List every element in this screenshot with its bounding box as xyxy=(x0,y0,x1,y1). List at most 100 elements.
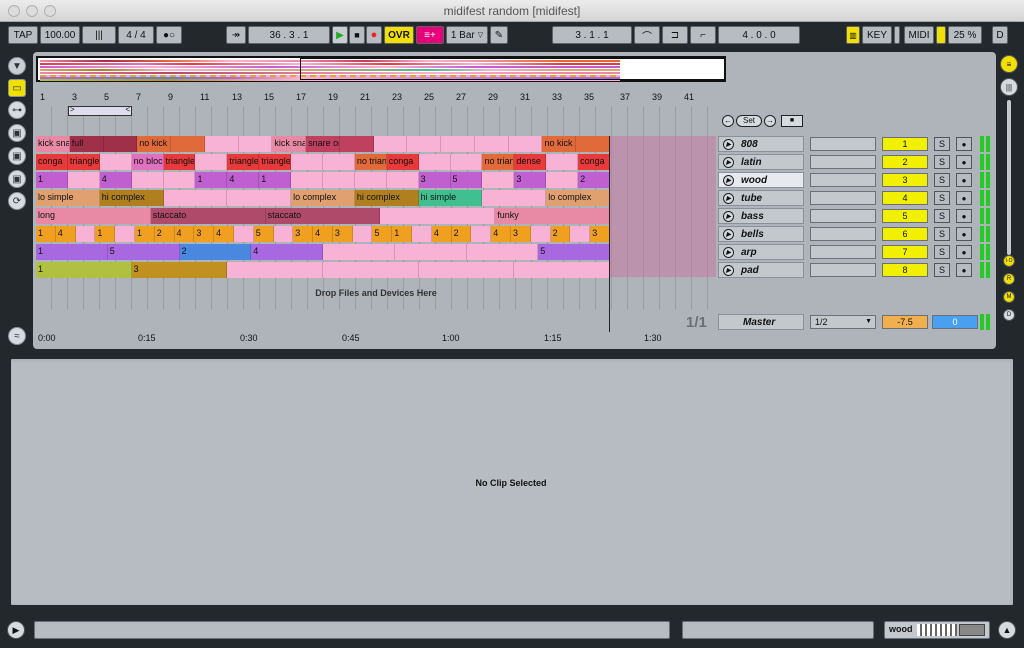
loop-switch-button[interactable]: ⊐ xyxy=(662,26,688,44)
track-lane[interactable]: congatriangleno blocktriangletriangletri… xyxy=(36,154,716,170)
track-activator-button[interactable]: 8 xyxy=(882,263,928,277)
arrangement-clip[interactable]: kick snare xyxy=(36,136,70,152)
arrangement-clip[interactable]: 4 xyxy=(99,172,132,188)
arrangement-clip[interactable]: conga xyxy=(386,154,419,170)
arrangement-clip[interactable]: staccato xyxy=(150,208,266,224)
arrangement-view-button[interactable]: ||| xyxy=(1000,78,1018,96)
arrangement-clip[interactable]: 1 xyxy=(134,226,155,242)
solo-button[interactable]: S xyxy=(934,191,950,205)
stop-button[interactable]: ■ xyxy=(349,26,365,44)
arrangement-clip[interactable]: 3 xyxy=(293,226,314,242)
solo-button[interactable]: S xyxy=(934,209,950,223)
arrangement-clip[interactable]: 5 xyxy=(372,226,393,242)
arrangement-clip[interactable]: 3 xyxy=(514,172,547,188)
arm-button[interactable]: ● xyxy=(956,173,972,187)
arm-button[interactable]: ● xyxy=(956,137,972,151)
loop-brace[interactable]: > < xyxy=(68,105,132,116)
arrangement-clip[interactable] xyxy=(508,136,543,152)
arrangement-clip[interactable] xyxy=(103,136,138,152)
arrangement-clip[interactable] xyxy=(441,136,475,152)
track-lane[interactable]: 13 xyxy=(36,262,716,278)
clip-launch-button[interactable]: ▶ xyxy=(723,139,734,150)
solo-button[interactable]: S xyxy=(934,173,950,187)
arrangement-clip[interactable]: 3 xyxy=(194,226,215,242)
arrangement-clip[interactable]: 4 xyxy=(55,226,76,242)
record-button[interactable]: ● xyxy=(366,26,382,44)
arm-button[interactable]: ● xyxy=(956,191,972,205)
vertical-scrollbar[interactable] xyxy=(1007,100,1011,255)
clip-launch-button[interactable]: ▶ xyxy=(723,193,734,204)
arrangement-clip[interactable] xyxy=(386,172,419,188)
set-locator-button[interactable]: Set xyxy=(736,115,762,127)
arrangement-clip[interactable]: long xyxy=(36,208,151,224)
arrangement-clip[interactable]: hi complex xyxy=(354,190,419,206)
track-activator-button[interactable]: 2 xyxy=(882,155,928,169)
arrangement-clip[interactable]: 1 xyxy=(392,226,413,242)
arrangement-clip[interactable] xyxy=(163,190,228,206)
arrangement-clip[interactable]: staccato xyxy=(265,208,381,224)
solo-button[interactable]: S xyxy=(934,155,950,169)
arrangement-clip[interactable]: 1 xyxy=(259,172,292,188)
arrangement-clip[interactable] xyxy=(474,136,509,152)
solo-button[interactable]: S xyxy=(934,137,950,151)
arrangement-clip[interactable]: no block xyxy=(131,154,164,170)
arrangement-clip[interactable]: kick snare xyxy=(272,136,307,152)
clip-launch-button[interactable]: ▶ xyxy=(723,175,734,186)
arrangement-clip[interactable]: lo complex xyxy=(291,190,355,206)
arrangement-clip[interactable] xyxy=(323,244,395,260)
arrangement-clip[interactable] xyxy=(418,154,451,170)
track-lane[interactable]: kick snarefullno kickkick snaresnare onl… xyxy=(36,136,716,152)
arrangement-clip[interactable] xyxy=(339,136,374,152)
arm-button[interactable]: ● xyxy=(956,263,972,277)
arrangement-clip[interactable] xyxy=(195,154,228,170)
arrangement-clip[interactable] xyxy=(291,154,323,170)
arrangement-clip[interactable] xyxy=(514,262,610,278)
previous-locator-button[interactable]: ← xyxy=(722,115,734,127)
track-title[interactable]: ▶ latin xyxy=(718,154,804,170)
arrangement-clip[interactable] xyxy=(354,172,387,188)
arrangement-clip[interactable] xyxy=(67,172,100,188)
arrangement-clip[interactable]: 3 xyxy=(131,262,228,278)
track-title[interactable]: ▶ bass xyxy=(718,208,804,224)
arrangement-clip[interactable]: 1 xyxy=(36,262,132,278)
metronome-button[interactable]: ●○ xyxy=(156,26,182,44)
arrangement-clip[interactable]: 2 xyxy=(179,244,252,260)
computer-keyboard-button[interactable]: ▥ xyxy=(846,26,860,44)
track-input-monitor[interactable] xyxy=(810,137,876,151)
track-lane[interactable]: 141413532 xyxy=(36,172,716,188)
arrangement-clip[interactable]: 4 xyxy=(214,226,234,242)
tempo-nudge-button[interactable]: ||| xyxy=(82,26,116,44)
show-info-button[interactable]: ▶ xyxy=(7,621,25,639)
track-activator-button[interactable]: 4 xyxy=(882,191,928,205)
arrangement-clip[interactable]: 4 xyxy=(174,226,195,242)
track-lane[interactable]: long staccato staccato funky xyxy=(36,208,716,224)
groove-pool-button[interactable]: ≈ xyxy=(8,327,26,345)
places-button-1[interactable]: ▣ xyxy=(8,124,26,142)
overdub-button[interactable]: OVR xyxy=(384,26,414,44)
draw-mode-button[interactable]: ✎ xyxy=(490,26,508,44)
arrangement-clip[interactable]: 3 xyxy=(418,172,451,188)
time-signature-field[interactable]: 4 / 4 xyxy=(118,26,154,44)
arrangement-clip[interactable] xyxy=(171,136,205,152)
arrangement-clip[interactable] xyxy=(546,154,579,170)
mixer-toggle-button[interactable]: M xyxy=(1003,291,1015,303)
arrangement-clip[interactable] xyxy=(323,172,355,188)
arrangement-clip[interactable]: 3 xyxy=(511,226,531,242)
hide-browser-button[interactable]: ▼ xyxy=(8,57,26,75)
arrangement-clip[interactable]: no triangle xyxy=(482,154,515,170)
arrangement-clip[interactable]: 5 xyxy=(253,226,274,242)
arrangement-clip[interactable] xyxy=(482,172,515,188)
arrangement-clip[interactable] xyxy=(380,208,496,224)
arrangement-clip[interactable]: 4 xyxy=(251,244,323,260)
arrangement-clip[interactable]: 1 xyxy=(36,244,108,260)
automation-arm-button[interactable]: ≡+ xyxy=(416,26,444,44)
track-lane[interactable]: 14112434534351424323 xyxy=(36,226,716,242)
arrangement-clip[interactable] xyxy=(576,136,610,152)
arrangement-clip[interactable] xyxy=(471,226,492,242)
arrangement-clip[interactable]: 4 xyxy=(313,226,333,242)
arrangement-clip[interactable] xyxy=(204,136,239,152)
arrangement-clip[interactable] xyxy=(466,244,539,260)
arrangement-clip[interactable]: 3 xyxy=(332,226,353,242)
arrangement-clip[interactable] xyxy=(233,226,254,242)
places-button-3[interactable]: ▣ xyxy=(8,170,26,188)
